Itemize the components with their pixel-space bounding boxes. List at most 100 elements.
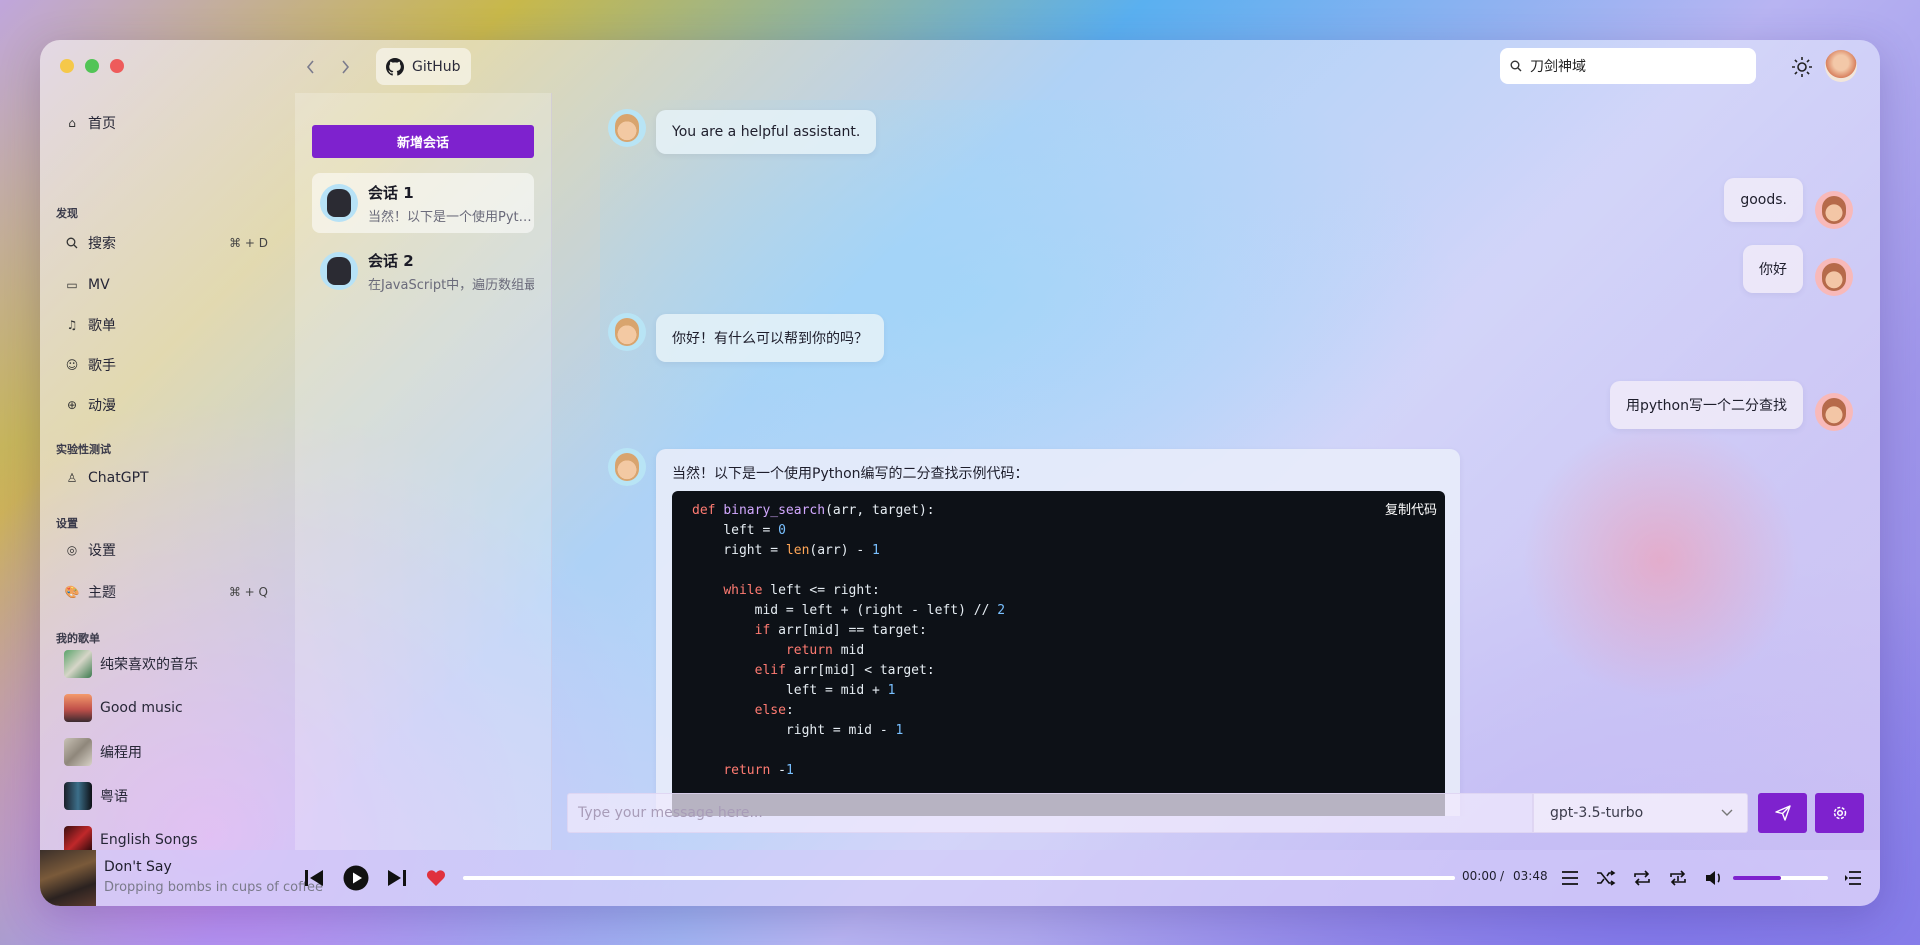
playlist-button[interactable] — [1556, 864, 1584, 892]
send-button[interactable] — [1758, 793, 1807, 833]
home-icon: ⌂ — [68, 116, 76, 130]
volume-button[interactable] — [1700, 864, 1728, 892]
section-settings: 设置 — [56, 517, 78, 530]
time-separator: / — [1500, 869, 1505, 883]
chat-area: You are a helpful assistant. goods. 你好 你… — [552, 93, 1880, 816]
conversation-item[interactable]: 会话 2 在JavaScript中，遍历数组最常用的方法 — [312, 241, 534, 301]
robot-icon: ♙ — [66, 471, 78, 485]
repeat-icon — [1634, 870, 1650, 886]
model-select[interactable]: gpt-3.5-turbo — [1533, 793, 1748, 833]
search-input[interactable]: 刀剑神域 — [1500, 48, 1756, 84]
copy-code-button[interactable]: 复制代码 — [1385, 499, 1437, 518]
user-avatar — [1815, 393, 1853, 431]
sidebar-item-theme[interactable]: 🎨 主题 ⌘ + Q — [54, 575, 282, 609]
playlist-label: English Songs — [100, 832, 198, 848]
queue-icon — [1845, 871, 1861, 885]
bot-avatar — [320, 252, 358, 290]
user-icon: ☺ — [65, 358, 79, 372]
shuffle-button[interactable] — [1592, 864, 1620, 892]
message-bubble: 当然！以下是一个使用Python编写的二分查找示例代码： 复制代码 def bi… — [656, 449, 1460, 816]
shuffle-icon — [1597, 870, 1616, 886]
queue-button[interactable] — [1839, 864, 1867, 892]
minimize-window-button[interactable] — [60, 59, 74, 73]
chevron-right-icon — [342, 60, 350, 74]
skip-back-icon — [305, 870, 323, 886]
sidebar-item-settings[interactable]: ◎ 设置 — [54, 533, 282, 567]
conversation-item[interactable]: 会话 1 当然！以下是一个使用Python编写的二分查找示例代码： — [312, 173, 534, 233]
user-avatar — [1815, 191, 1853, 229]
message-input[interactable]: Type your message here... — [567, 793, 1533, 833]
next-button[interactable] — [383, 864, 411, 892]
message-text: 当然！以下是一个使用Python编写的二分查找示例代码： — [672, 466, 1029, 482]
playlist-item[interactable]: 纯荣喜欢的音乐 — [64, 649, 198, 679]
sidebar-item-anime[interactable]: ⊕ 动漫 — [54, 388, 282, 422]
progress-bar[interactable] — [463, 876, 1455, 880]
conversation-panel: 新增会话 会话 1 当然！以下是一个使用Python编写的二分查找示例代码： 会… — [295, 93, 552, 850]
sidebar-item-playlists[interactable]: ♫ 歌单 — [54, 308, 282, 342]
sidebar-item-label: 动漫 — [88, 398, 116, 414]
album-cover[interactable] — [40, 850, 96, 906]
playlist-cover — [64, 782, 92, 810]
section-discover: 发现 — [56, 207, 78, 220]
search-icon — [1510, 60, 1522, 72]
playlist-item[interactable]: Good music — [64, 693, 183, 723]
message-bubble: You are a helpful assistant. — [656, 110, 877, 154]
code-content: def binary_search(arr, target): left = 0… — [692, 503, 1006, 778]
code-block: 复制代码 def binary_search(arr, target): lef… — [672, 491, 1445, 816]
repeat-button[interactable] — [1628, 864, 1656, 892]
github-button[interactable]: GitHub — [376, 48, 471, 85]
shortcut-hint: ⌘ + Q — [228, 585, 268, 599]
chevron-left-icon — [306, 60, 314, 74]
current-time: 00:00 — [1462, 869, 1497, 883]
user-avatar — [1815, 258, 1853, 296]
forward-button[interactable] — [333, 55, 357, 79]
sidebar-item-label: 设置 — [88, 543, 116, 559]
maximize-window-button[interactable] — [85, 59, 99, 73]
previous-button[interactable] — [300, 864, 328, 892]
new-conversation-button[interactable]: 新增会话 — [312, 125, 534, 158]
play-button[interactable] — [342, 864, 370, 892]
search-icon — [64, 235, 80, 251]
sun-icon[interactable] — [1790, 55, 1814, 79]
like-button[interactable] — [422, 864, 450, 892]
playlist-label: Good music — [100, 700, 183, 716]
playlist-item[interactable]: 粤语 — [64, 781, 128, 811]
song-artist[interactable]: Dropping bombs in cups of coffee — [104, 880, 323, 895]
conversation-preview: 在JavaScript中，遍历数组最常用的方法 — [368, 277, 534, 293]
sidebar-item-artists[interactable]: ☺ 歌手 — [54, 348, 282, 382]
volume-level — [1733, 876, 1781, 880]
sidebar-item-label: 歌单 — [88, 318, 116, 334]
playlist-label: 粤语 — [100, 789, 128, 805]
bot-avatar — [608, 109, 646, 147]
sidebar-item-search[interactable]: 搜索 ⌘ + D — [54, 226, 282, 260]
sidebar-item-label: 歌手 — [88, 358, 116, 374]
sidebar-item-label: 搜索 — [88, 236, 116, 252]
settings-icon: ◎ — [66, 543, 78, 557]
volume-slider[interactable] — [1733, 876, 1828, 880]
user-avatar[interactable] — [1825, 50, 1857, 82]
palette-icon: 🎨 — [64, 585, 80, 599]
playlist-item[interactable]: 编程用 — [64, 737, 142, 767]
conversation-title: 会话 2 — [368, 251, 414, 270]
sidebar-item-home[interactable]: ⌂ 首页 — [54, 106, 282, 140]
repeat-one-button[interactable] — [1664, 864, 1692, 892]
model-value: gpt-3.5-turbo — [1550, 805, 1644, 821]
conversation-preview: 当然！以下是一个使用Python编写的二分查找示例代码： — [368, 209, 534, 225]
message-bubble: 用python写一个二分查找 — [1610, 381, 1803, 429]
sidebar-item-mv[interactable]: ▭ MV — [54, 268, 282, 302]
input-placeholder: Type your message here... — [578, 805, 763, 821]
song-title[interactable]: Don't Say — [104, 859, 172, 875]
gear-icon — [1833, 806, 1846, 820]
music-note-icon: ♫ — [66, 318, 78, 332]
sidebar-item-label: MV — [88, 277, 110, 293]
back-button[interactable] — [299, 55, 323, 79]
message-bubble: 你好！有什么可以帮到你的吗？ — [656, 314, 884, 362]
chevron-down-icon — [1721, 809, 1733, 816]
sidebar-item-label: 主题 — [88, 585, 116, 601]
close-window-button[interactable] — [110, 59, 124, 73]
github-label: GitHub — [412, 58, 461, 75]
sidebar-item-chatgpt[interactable]: ♙ ChatGPT — [54, 461, 282, 495]
shortcut-hint: ⌘ + D — [229, 236, 268, 250]
repeat-one-icon — [1670, 870, 1686, 886]
chat-settings-button[interactable] — [1815, 793, 1864, 833]
